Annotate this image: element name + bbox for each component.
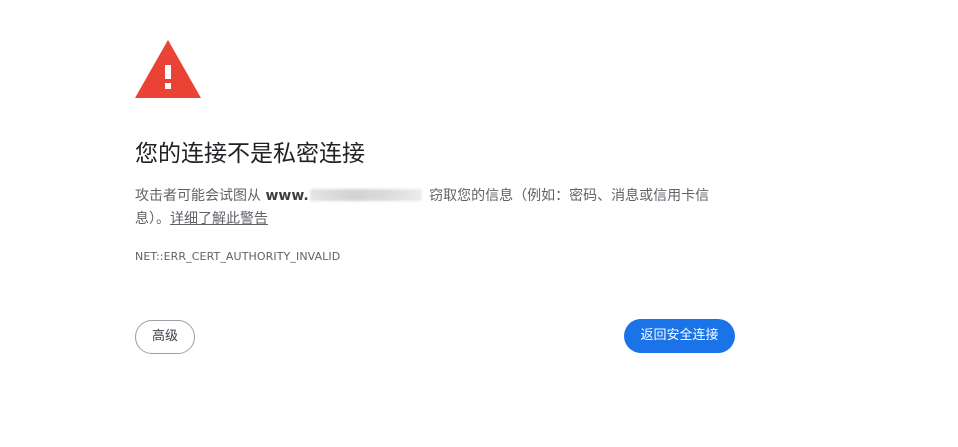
- advanced-button[interactable]: 高级: [135, 320, 195, 354]
- redacted-domain-blur: [309, 189, 422, 201]
- description-text-before: 攻击者可能会试图从: [135, 188, 266, 204]
- target-domain: www.: [265, 188, 309, 204]
- warning-description: 攻击者可能会试图从 www. 窃取您的信息（例如：密码、消息或信用卡信息）。详细…: [135, 185, 735, 231]
- warning-triangle-icon: [135, 40, 201, 98]
- back-to-safety-button[interactable]: 返回安全连接: [624, 319, 735, 353]
- error-code: NET::ERR_CERT_AUTHORITY_INVALID: [135, 250, 341, 263]
- page-title: 您的连接不是私密连接: [135, 141, 365, 167]
- interstitial-page: 您的连接不是私密连接 攻击者可能会试图从 www. 窃取您的信息（例如：密码、消…: [0, 0, 958, 447]
- learn-more-link[interactable]: 详细了解此警告: [170, 211, 268, 227]
